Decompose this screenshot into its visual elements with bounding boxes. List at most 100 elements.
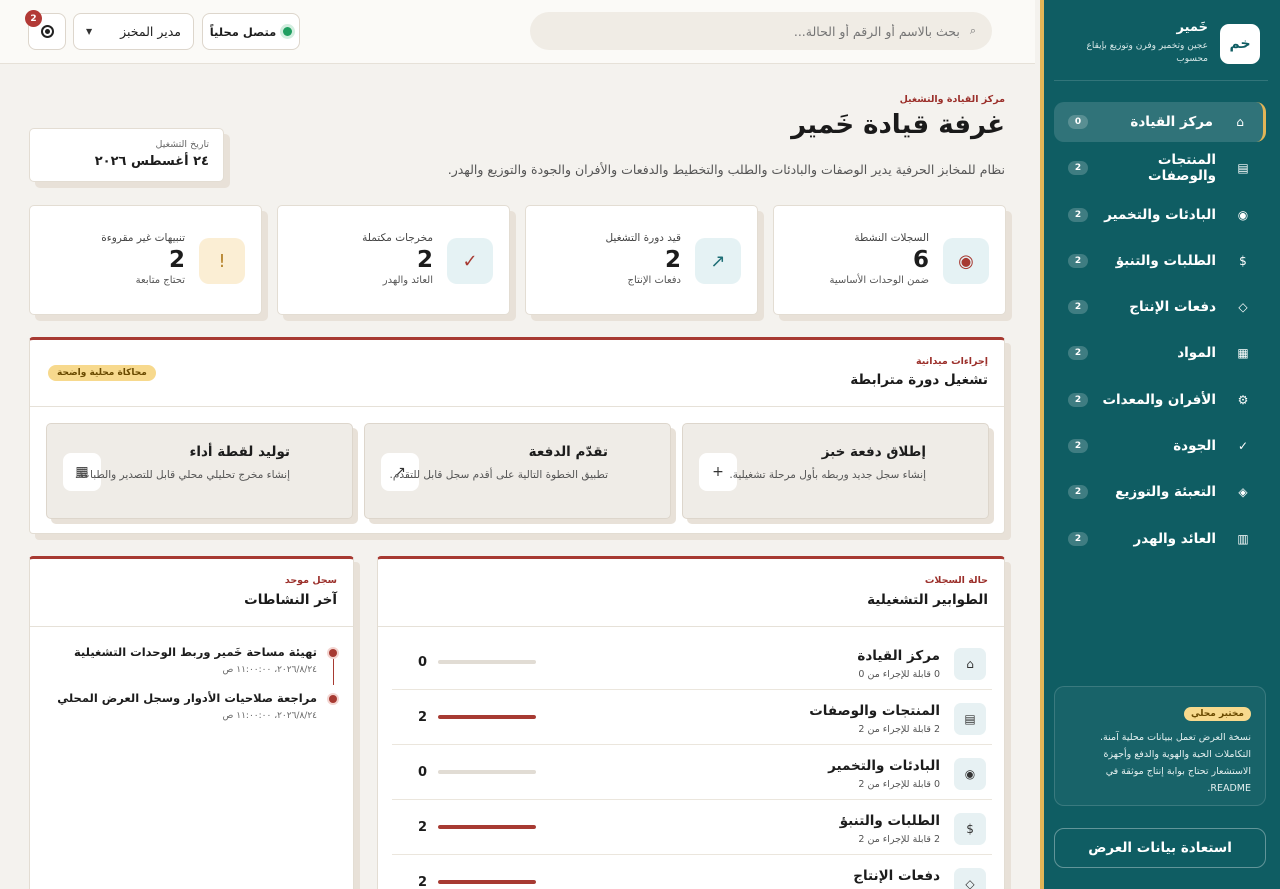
queue-name: المنتجات والوصفات [809, 703, 940, 719]
stat-value: 6 [912, 247, 929, 273]
list-icon: ▤ [1237, 161, 1249, 176]
activity-item: مراجعة صلاحيات الأدوار وسجل العرض المحلي… [47, 691, 337, 731]
queue-progress-fill [438, 880, 536, 884]
sidebar-item[interactable]: ▥ العائد والهدر 2 [1054, 519, 1266, 559]
restore-demo-button[interactable]: استعادة بيانات العرض [1054, 828, 1266, 868]
activity-panel-kicker: سجل موحد [284, 575, 337, 586]
panel-divider [30, 626, 353, 627]
queue-subtitle: 2 قابلة للإجراء من 2 [858, 834, 940, 845]
queue-count: 2 [418, 875, 428, 889]
queue-name: دفعات الإنتاج [853, 868, 940, 884]
sidebar-item[interactable]: ✓ الجودة 2 [1054, 426, 1266, 466]
queue-name: مركز القيادة [857, 648, 940, 664]
queue-progress-track [438, 660, 536, 664]
stat-subtitle: تحتاج متابعة [135, 275, 185, 286]
package-icon: ◈ [1238, 485, 1248, 500]
queue-row: ◉ البادئات والتخمير 0 قابلة للإجراء من 2 0 [392, 745, 992, 800]
queue-row: ⌂ مركز القيادة 0 قابلة للإجراء من 0 0 [392, 635, 992, 690]
sidebar-item-count: 2 [1068, 392, 1088, 407]
queue-progress-track [438, 825, 536, 829]
queue-progress-track [438, 880, 536, 884]
search-box[interactable]: ⌕ [530, 12, 992, 50]
sidebar-item[interactable]: ▦ المواد 2 [1054, 333, 1266, 373]
sidebar-item[interactable]: ▤ المنتجات والوصفات 2 [1054, 148, 1266, 188]
sidebar-item-count: 2 [1068, 300, 1088, 315]
sidebar-item-count: 2 [1068, 346, 1088, 361]
sidebar-item-label: البادئات والتخمير [1104, 206, 1216, 223]
sidebar-item[interactable]: ◉ البادئات والتخمير 2 [1054, 195, 1266, 235]
brand-divider [1054, 80, 1268, 81]
action-title: توليد لقطة أداء [189, 444, 290, 460]
notification-count-badge: 2 [25, 10, 42, 27]
queue-progress-fill [438, 715, 536, 719]
report-icon: ▥ [1237, 531, 1249, 546]
stat-subtitle: العائد والهدر [382, 275, 433, 286]
action-card[interactable]: ▦ توليد لقطة أداء إنشاء مخرج تحليلي محلي ق… [46, 423, 353, 519]
sidebar-item-count: 2 [1068, 207, 1088, 222]
stat-body: قيد دورة التشغيل 2 دفعات الإنتاج [605, 232, 681, 286]
action-card[interactable]: + إطلاق دفعة خبز إنشاء سجل جديد وربطه بأول… [682, 423, 989, 519]
local-lab-text: نسخة العرض تعمل ببيانات محلية آمنة. التك… [1100, 732, 1251, 794]
actions-panel: إجراءات ميدانية تشغيل دورة مترابطة محاكا… [29, 337, 1005, 534]
role-select-value: مدير المخبز [120, 24, 181, 39]
stat-label: مخرجات مكتملة [362, 232, 433, 244]
queue-name: البادئات والتخمير [828, 758, 940, 774]
role-select[interactable]: مدير المخبز ▼ [73, 13, 194, 50]
sidebar-item[interactable]: ◇ دفعات الإنتاج 2 [1054, 287, 1266, 327]
page-kicker: مركز القيادة والتشغيل [899, 94, 1005, 105]
action-card[interactable]: ↗ تقدّم الدفعة تطبيق الخطوة التالية على أق… [364, 423, 671, 519]
action-description: إنشاء سجل جديد وربطه بأول مرحلة تشغيلية. [729, 469, 926, 481]
activity-panel-title: آخر النشاطات [244, 592, 337, 608]
brand: خم خَمير عجين وتخمير وفرن وتوزيع بإيقاع … [1060, 20, 1260, 80]
queues-panel-kicker: حالة السجلات [924, 575, 988, 586]
queue-count: 2 [418, 820, 428, 835]
queue-count: 0 [418, 655, 428, 670]
notifications-button[interactable]: 2 [25, 10, 66, 50]
sidebar-item-label: الجودة [1173, 438, 1216, 455]
stat-subtitle: دفعات الإنتاج [627, 275, 681, 286]
queue-row: $ الطلبات والتنبؤ 2 قابلة للإجراء من 2 2 [392, 800, 992, 855]
notification-icon [40, 25, 54, 38]
local-lab-badge: مختبر محلي [1184, 707, 1251, 721]
timeline-dot-icon [329, 695, 337, 703]
activity-time: ٢٠٢٦/٨/٢٤، ١١:٠٠:٠٠ ص [222, 665, 318, 675]
queue-count: 2 [418, 710, 428, 725]
sidebar-item[interactable]: ⌂ مركز القيادة 0 [1054, 102, 1266, 142]
stat-card: ↗ قيد دورة التشغيل 2 دفعات الإنتاج [525, 205, 758, 315]
action-description: إنشاء مخرج تحليلي محلي قابل للتصدير والط… [74, 469, 290, 481]
activity-title: مراجعة صلاحيات الأدوار وسجل العرض المحلي [57, 691, 317, 705]
sidebar-item-label: الطلبات والتنبؤ [1115, 252, 1216, 269]
operation-date-value: ٢٤ أغسطس ٢٠٢٦ [94, 154, 209, 169]
brand-subtitle: عجين وتخمير وفرن وتوزيع بإيقاع محسوب [1086, 41, 1208, 64]
sidebar-item[interactable]: ⚙ الأفران والمعدات 2 [1054, 380, 1266, 420]
gear-icon: ⚙ [1237, 392, 1249, 407]
stat-body: تنبيهات غير مقروءة 2 تحتاج متابعة [101, 232, 185, 286]
page-title: غرفة قيادة خَمير [791, 110, 1005, 140]
dollar-icon: $ [1239, 253, 1247, 268]
sidebar-item-count: 2 [1068, 485, 1088, 500]
queue-subtitle: 2 قابلة للإجراء من 2 [858, 724, 940, 735]
action-title: تقدّم الدفعة [528, 444, 608, 460]
actions-panel-kicker: إجراءات ميدانية [916, 356, 988, 367]
stat-body: مخرجات مكتملة 2 العائد والهدر [362, 232, 433, 286]
culture-icon: ◉ [1237, 207, 1249, 222]
chevron-down-icon: ▼ [86, 27, 93, 36]
sidebar-nav: ⌂ مركز القيادة 0 ▤ المنتجات والوصفات 2 ◉ البادئ… [1054, 102, 1266, 565]
records-icon: ◉ [943, 238, 989, 284]
sidebar-item-label: التعبئة والتوزيع [1115, 484, 1216, 501]
sidebar-item-count: 2 [1068, 439, 1088, 454]
stat-card: ! تنبيهات غير مقروءة 2 تحتاج متابعة [29, 205, 262, 315]
queue-row: ▤ المنتجات والوصفات 2 قابلة للإجراء من 2 2 [392, 690, 992, 745]
queue-progress-fill [438, 825, 536, 829]
sidebar-item[interactable]: ◈ التعبئة والتوزيع 2 [1054, 472, 1266, 512]
stat-label: تنبيهات غير مقروءة [101, 232, 185, 244]
activity-title: تهيئة مساحة خَمير وربط الوحدات التشغيلية [73, 645, 317, 659]
sidebar-item-label: مركز القيادة [1130, 114, 1213, 130]
culture-icon: ◉ [954, 758, 986, 790]
diamond-icon: ◇ [1238, 300, 1248, 315]
activity-panel: سجل موحد آخر النشاطات تهيئة مساحة خَمير … [29, 556, 354, 889]
search-input[interactable] [546, 23, 960, 39]
sidebar-item[interactable]: $ الطلبات والتنبؤ 2 [1054, 241, 1266, 281]
activity-item: تهيئة مساحة خَمير وربط الوحدات التشغيلية… [47, 645, 337, 685]
action-description: تطبيق الخطوة التالية على أقدم سجل قابل ل… [389, 469, 608, 481]
